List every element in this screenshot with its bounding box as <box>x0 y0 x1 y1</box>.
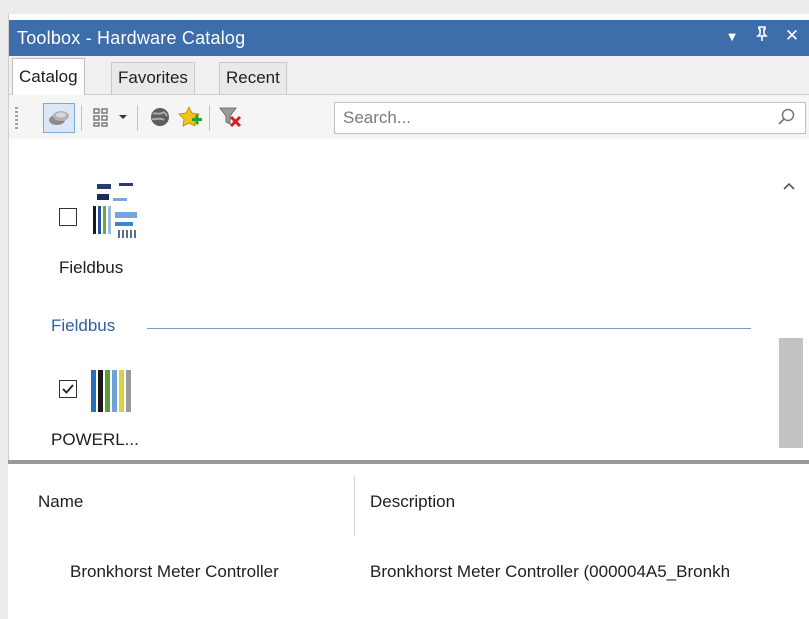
item-label: Fieldbus <box>59 258 124 277</box>
clear-filter-icon <box>219 107 242 128</box>
tab-recent[interactable]: Recent <box>219 62 287 94</box>
column-divider[interactable] <box>354 476 355 536</box>
details-panel: Name Description Bronkhorst Meter Contro… <box>8 464 809 619</box>
group-header: Fieldbus <box>51 316 116 335</box>
close-icon[interactable]: ✕ <box>781 26 803 46</box>
column-header-description[interactable]: Description <box>370 492 455 512</box>
add-favorite-icon <box>178 106 202 127</box>
add-favorite-button[interactable] <box>175 103 205 131</box>
toolbar-separator <box>209 105 210 131</box>
search-input[interactable] <box>341 106 765 130</box>
tab-catalog[interactable]: Catalog <box>12 58 85 95</box>
dropdown-arrow-icon <box>119 115 127 119</box>
row-name-cell[interactable]: Bronkhorst Meter Controller <box>70 562 279 582</box>
toolbar-grip[interactable] <box>15 107 18 129</box>
group-divider <box>147 328 751 329</box>
clear-filter-button[interactable] <box>215 103 245 131</box>
group-view-button[interactable] <box>43 103 75 133</box>
vertical-scrollbar[interactable] <box>775 140 805 474</box>
online-button[interactable] <box>145 103 175 131</box>
tab-strip: Catalog Favorites Recent <box>9 56 809 95</box>
left-edge <box>0 14 8 619</box>
dropdown-icon[interactable]: ▼ <box>721 29 743 44</box>
fieldbus-checkbox[interactable] <box>59 208 77 226</box>
catalog-panel: Fieldbus Fieldbus POWERL... <box>9 140 809 474</box>
window-title: Toolbox - Hardware Catalog <box>17 28 246 48</box>
scroll-thumb[interactable] <box>779 338 803 448</box>
scroll-up-arrow-icon[interactable] <box>782 178 796 194</box>
powerlink-checkbox[interactable] <box>59 380 77 398</box>
pin-icon[interactable] <box>751 26 773 47</box>
group-view-icon <box>49 111 69 125</box>
search-icon[interactable] <box>777 107 797 132</box>
toolbar-separator <box>137 105 138 131</box>
title-bar[interactable]: Toolbox - Hardware Catalog ▼ ✕ <box>9 20 809 56</box>
top-strip <box>0 0 809 14</box>
item-label: POWERL... <box>51 430 139 449</box>
search-box[interactable] <box>334 102 806 134</box>
column-view-button[interactable] <box>89 103 115 131</box>
fieldbus-cluster-icon <box>93 183 137 238</box>
view-dropdown-button[interactable] <box>115 103 131 131</box>
toolbar <box>9 95 809 139</box>
globe-icon <box>151 108 169 126</box>
row-description-cell[interactable]: Bronkhorst Meter Controller (000004A5_Br… <box>370 562 807 582</box>
column-view-icon <box>93 108 108 127</box>
powerlink-bars-icon <box>91 370 131 412</box>
check-icon <box>62 384 74 394</box>
column-header-name[interactable]: Name <box>38 492 83 512</box>
toolbar-separator <box>81 105 82 131</box>
tab-favorites[interactable]: Favorites <box>111 62 195 94</box>
